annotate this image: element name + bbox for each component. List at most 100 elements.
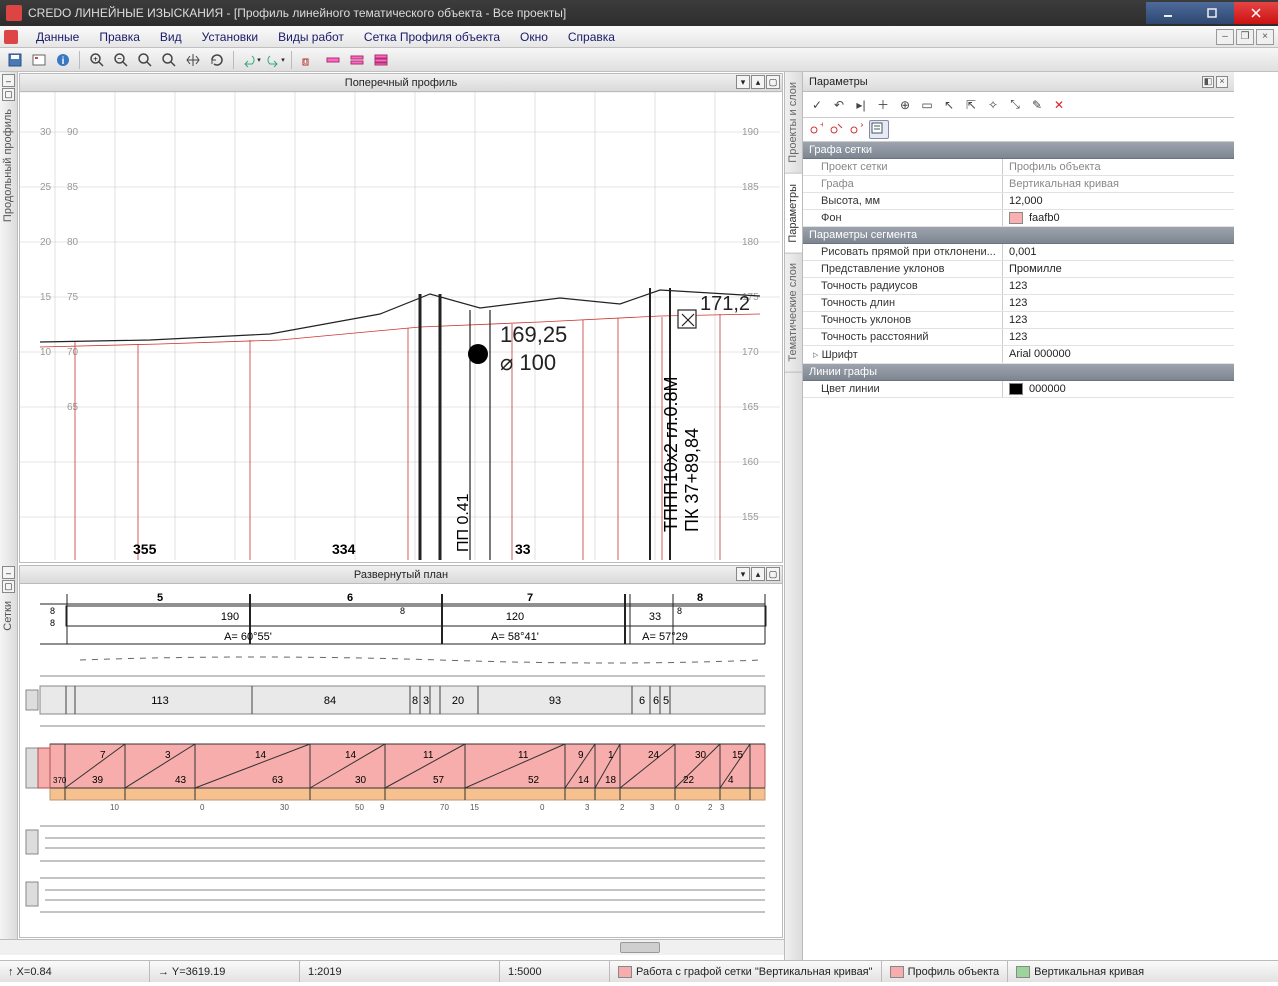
del-point-icon[interactable]: × — [849, 121, 863, 138]
snap-icon[interactable]: ⤡ — [1007, 97, 1023, 113]
tab-parameters[interactable]: Параметры — [785, 174, 802, 254]
info-icon[interactable]: i — [52, 50, 74, 70]
pg-prec-slope-val[interactable]: 123 — [1003, 312, 1234, 328]
layer2-icon[interactable] — [346, 50, 368, 70]
next-icon[interactable]: ▸| — [853, 97, 869, 113]
app-icon — [6, 5, 22, 21]
pg-font-val[interactable]: Arial 000000 — [1003, 346, 1234, 363]
panel-pin-button[interactable]: ◧ — [1202, 76, 1214, 88]
swatch-line — [1009, 383, 1023, 395]
menu-data[interactable]: Данные — [26, 28, 89, 46]
menu-settings[interactable]: Установки — [192, 28, 268, 46]
plan-view-up-button[interactable]: ▴ — [751, 567, 765, 581]
pg-prec-rad-val[interactable]: 123 — [1003, 278, 1234, 294]
window-minimize-button[interactable] — [1146, 2, 1190, 24]
view-collapse-button[interactable]: – — [2, 74, 15, 87]
menu-help[interactable]: Справка — [558, 28, 625, 46]
layer1-icon[interactable] — [322, 50, 344, 70]
menu-window[interactable]: Окно — [510, 28, 558, 46]
plan-view-max-button[interactable]: ▢ — [766, 567, 780, 581]
plan-view-menu-button[interactable]: ▾ — [736, 567, 750, 581]
property-grid: Графа сетки Проект сеткиПрофиль объекта … — [803, 142, 1234, 398]
pointer-icon[interactable]: ↖ — [941, 97, 957, 113]
profile-view-up-button[interactable]: ▴ — [751, 75, 765, 89]
tab-thematic-layers[interactable]: Тематические слои — [785, 253, 802, 373]
menu-worktypes[interactable]: Виды работ — [268, 28, 354, 46]
view-expand-button[interactable]: ▢ — [2, 88, 15, 101]
side-label-grid: Сетки — [0, 595, 16, 637]
pg-line-color-val[interactable]: 000000 — [1003, 381, 1234, 397]
pointer2-icon[interactable]: ⇱ — [963, 97, 979, 113]
layer3-icon[interactable] — [370, 50, 392, 70]
svg-text:22: 22 — [683, 775, 695, 786]
svg-text:10: 10 — [110, 803, 119, 812]
refresh-icon[interactable] — [206, 50, 228, 70]
pg-header-3[interactable]: Линии графы — [803, 364, 1234, 381]
settings-icon[interactable] — [28, 50, 50, 70]
pg-header-2[interactable]: Параметры сегмента — [803, 227, 1234, 244]
mdi-restore-button[interactable]: ❐ — [1236, 29, 1254, 45]
mdi-minimize-button[interactable]: – — [1216, 29, 1234, 45]
mdi-close-button[interactable]: × — [1256, 29, 1274, 45]
profile-view-max-button[interactable]: ▢ — [766, 75, 780, 89]
menu-view[interactable]: Вид — [150, 28, 192, 46]
plan-expand-button[interactable]: ▢ — [2, 580, 15, 593]
panel-close-button[interactable]: × — [1216, 76, 1228, 88]
status-scale-2[interactable]: 1:5000 — [500, 961, 610, 982]
window-maximize-button[interactable] — [1190, 2, 1234, 24]
add-point-icon[interactable]: + — [809, 121, 823, 138]
zoom-fit-icon[interactable] — [158, 50, 180, 70]
home-icon[interactable]: 0 — [298, 50, 320, 70]
tab-projects-layers[interactable]: Проекты и слои — [785, 72, 802, 174]
svg-text:6: 6 — [347, 592, 353, 604]
pg-draw-straight-val[interactable]: 0,001 — [1003, 244, 1234, 260]
plus-icon[interactable]: ＋ — [875, 97, 891, 113]
svg-text:33: 33 — [649, 611, 661, 623]
pg-slope-repr-val[interactable]: Промилле — [1003, 261, 1234, 277]
window-close-button[interactable] — [1234, 2, 1278, 24]
zoom-in-icon[interactable]: + — [86, 50, 108, 70]
status-bar: ↑ X=0.84 → Y=3619.19 1:2019 1:5000 Работ… — [0, 960, 1278, 982]
plan-canvas[interactable]: 5 6 7 8 — [20, 584, 782, 937]
rect-icon[interactable]: ▭ — [919, 97, 935, 113]
redo-icon[interactable]: ▾ — [264, 50, 286, 70]
svg-text:3: 3 — [423, 695, 429, 707]
plan-collapse-button[interactable]: – — [2, 566, 15, 579]
pan-icon[interactable] — [182, 50, 204, 70]
crosshair-icon[interactable]: ⊕ — [897, 97, 913, 113]
menu-profile-grid[interactable]: Сетка Профиля объекта — [354, 28, 510, 46]
svg-text:52: 52 — [528, 775, 540, 786]
pg-prec-dist-val[interactable]: 123 — [1003, 329, 1234, 345]
scrollbar-thumb[interactable] — [620, 942, 660, 953]
svg-text:355: 355 — [133, 541, 157, 557]
profile-canvas[interactable]: 3090 2585 2080 1575 1070 65 190185180 17… — [20, 92, 782, 562]
menu-edit[interactable]: Правка — [89, 28, 150, 46]
pg-bg-val[interactable]: faafb0 — [1003, 210, 1234, 226]
pg-height-val[interactable]: 12,000 — [1003, 193, 1234, 209]
status-scale-1[interactable]: 1:2019 — [300, 961, 500, 982]
svg-text:4: 4 — [728, 775, 734, 786]
svg-text:×: × — [860, 121, 863, 130]
undo-icon[interactable]: ↶ — [831, 97, 847, 113]
apply-icon[interactable]: ✓ — [809, 97, 825, 113]
pen-icon[interactable]: ✎ — [1029, 97, 1045, 113]
profile-view-menu-button[interactable]: ▾ — [736, 75, 750, 89]
svg-text:84: 84 — [324, 695, 336, 707]
spark-icon[interactable]: ✧ — [985, 97, 1001, 113]
svg-text:9: 9 — [380, 803, 385, 812]
pg-project-val: Профиль объекта — [1003, 159, 1234, 175]
zoom-window-icon[interactable] — [134, 50, 156, 70]
pg-height: Высота, мм — [803, 193, 1003, 209]
cancel-icon[interactable]: ✕ — [1051, 97, 1067, 113]
zoom-out-icon[interactable]: − — [110, 50, 132, 70]
horizontal-scrollbar[interactable] — [0, 939, 784, 955]
svg-text:3: 3 — [165, 750, 171, 761]
pg-prec-len-val[interactable]: 123 — [1003, 295, 1234, 311]
properties-icon[interactable] — [869, 120, 889, 139]
edit-point-icon[interactable] — [829, 121, 843, 138]
pg-font[interactable]: ▹ Шрифт — [803, 346, 1003, 363]
undo-icon[interactable]: ▾ — [240, 50, 262, 70]
pg-header-1[interactable]: Графа сетки — [803, 142, 1234, 159]
save-icon[interactable] — [4, 50, 26, 70]
svg-text:7: 7 — [100, 750, 106, 761]
